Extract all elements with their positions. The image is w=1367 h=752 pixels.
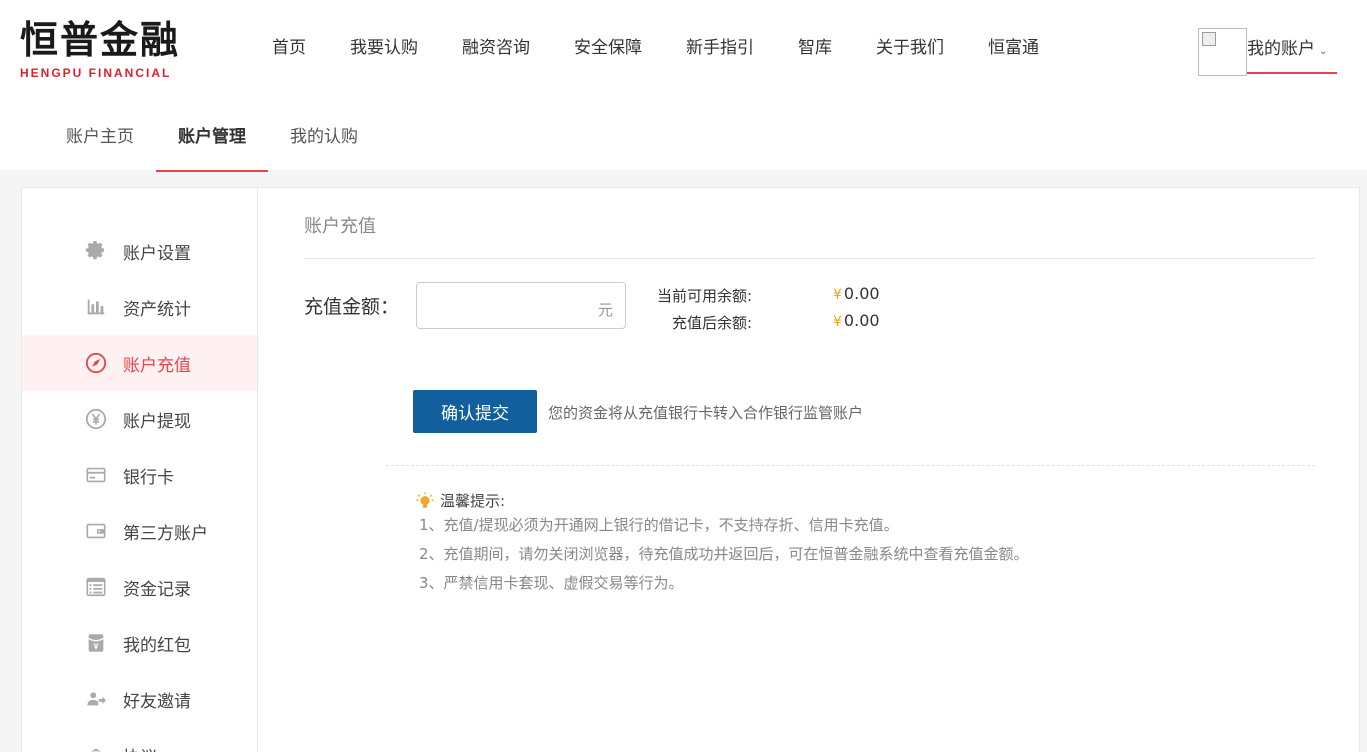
sidebar-item-withdraw[interactable]: 账户提现 (22, 391, 257, 447)
sidebar-item-label: 账户设置 (123, 243, 191, 264)
gear-icon (85, 240, 107, 262)
agreement-icon (85, 744, 107, 752)
tips-header: 温馨提示: (416, 490, 1029, 511)
sidebar-item-label: 账户提现 (123, 411, 191, 432)
sidebar-item-label: 我的红包 (123, 635, 191, 656)
tips-divider (386, 465, 1315, 466)
sidebar-item-invite[interactable]: 好友邀请 (22, 671, 257, 727)
nav-subscribe[interactable]: 我要认购 (328, 30, 440, 66)
nav-financing[interactable]: 融资咨询 (440, 30, 552, 66)
recharge-content: 账户充值 充值金额： 元 当前可用余额: ¥0.00 充值后余额: ¥0.00 … (258, 188, 1361, 752)
sidebar-item-bank-card[interactable]: 银行卡 (22, 447, 257, 503)
invite-icon (85, 688, 107, 710)
broken-image-icon (1202, 32, 1216, 46)
sidebar: 账户设置 资产统计 账户充值 账户提现 银行卡 第三方账户 资金记录 我的红包 … (22, 188, 258, 752)
bank-card-icon (85, 464, 107, 486)
logo[interactable]: 恒普金融 HENGPU FINANCIAL (20, 17, 181, 81)
nav-home[interactable]: 首页 (250, 30, 328, 66)
after-balance-value: ¥0.00 (833, 311, 880, 330)
nav-about[interactable]: 关于我们 (854, 30, 966, 66)
sidebar-item-label: 账户充值 (123, 355, 191, 376)
nav-security[interactable]: 安全保障 (552, 30, 664, 66)
sidebar-item-asset-stats[interactable]: 资产统计 (22, 279, 257, 335)
tip-line: 3、严禁信用卡套现、虚假交易等行为。 (419, 574, 684, 592)
main-nav: 首页 我要认购 融资咨询 安全保障 新手指引 智库 关于我们 恒富通 (250, 30, 1061, 66)
sidebar-item-label: 协议 (123, 743, 157, 752)
logo-en-text: HENGPU FINANCIAL (20, 66, 172, 80)
tip-line: 1、充值/提现必须为开通网上银行的借记卡，不支持存折、信用卡充值。 (419, 516, 899, 534)
chevron-down-icon: ⌄ (1319, 46, 1328, 57)
sidebar-item-label: 资金记录 (123, 579, 191, 600)
sidebar-item-settings[interactable]: 账户设置 (22, 223, 257, 279)
lightbulb-icon (416, 491, 434, 508)
amount-field[interactable]: 元 (416, 282, 626, 329)
account-label-text: 我的账户 (1247, 39, 1315, 59)
current-balance-value: ¥0.00 (833, 284, 880, 303)
sidebar-item-label: 好友邀请 (123, 691, 191, 712)
sidebar-item-label: 资产统计 (123, 299, 191, 320)
after-balance-amount: 0.00 (843, 311, 880, 330)
tips-title: 温馨提示: (440, 492, 506, 510)
current-balance-label: 当前可用余额: (656, 287, 752, 305)
yen-symbol: ¥ (833, 287, 842, 303)
sidebar-item-third-party[interactable]: 第三方账户 (22, 503, 257, 559)
confirm-submit-button[interactable]: 确认提交 (413, 390, 537, 433)
yen-circle-icon (85, 408, 107, 430)
wallet-icon (85, 520, 107, 542)
tip-line: 2、充值期间，请勿关闭浏览器，待充值成功并返回后，可在恒普金融系统中查看充值金额… (419, 545, 1029, 563)
title-divider (304, 258, 1315, 259)
sidebar-item-agreement[interactable]: 协议 (22, 727, 257, 752)
amount-unit: 元 (597, 301, 613, 319)
submit-note: 您的资金将从充值银行卡转入合作银行监管账户 (548, 404, 864, 422)
account-menu[interactable]: 我的账户 ⌄ (1198, 28, 1337, 76)
subnav-my-subscriptions[interactable]: 我的认购 (268, 104, 380, 172)
sidebar-item-label: 银行卡 (123, 467, 174, 488)
nav-think-tank[interactable]: 智库 (776, 30, 854, 66)
bar-chart-icon (85, 296, 107, 318)
page-title: 账户充值 (304, 216, 376, 237)
list-icon (85, 576, 107, 598)
site-header: 恒普金融 HENGPU FINANCIAL 首页 我要认购 融资咨询 安全保障 … (0, 0, 1367, 172)
red-packet-icon (85, 632, 107, 654)
account-menu-label[interactable]: 我的账户 ⌄ (1247, 34, 1327, 59)
sidebar-item-fund-records[interactable]: 资金记录 (22, 559, 257, 615)
amount-input[interactable] (425, 289, 585, 323)
sub-nav: 账户主页 账户管理 我的认购 (44, 104, 380, 172)
account-panel: 账户设置 资产统计 账户充值 账户提现 银行卡 第三方账户 资金记录 我的红包 … (21, 187, 1360, 752)
yen-symbol: ¥ (833, 314, 842, 330)
sidebar-item-recharge[interactable]: 账户充值 (22, 335, 257, 391)
amount-label: 充值金额： (304, 296, 400, 318)
sidebar-item-red-packet[interactable]: 我的红包 (22, 615, 257, 671)
logo-cn-text: 恒普金融 (20, 17, 181, 62)
current-balance-amount: 0.00 (843, 284, 880, 303)
subnav-account-home[interactable]: 账户主页 (44, 104, 156, 172)
after-balance-label: 充值后余额: (671, 314, 752, 332)
sidebar-item-label: 第三方账户 (123, 523, 208, 544)
compass-icon (85, 352, 107, 374)
subnav-account-manage[interactable]: 账户管理 (156, 104, 268, 172)
tips-box: 温馨提示: 1、充值/提现必须为开通网上银行的借记卡，不支持存折、信用卡充值。 … (416, 490, 1029, 598)
avatar[interactable] (1198, 28, 1247, 76)
nav-guide[interactable]: 新手指引 (664, 30, 776, 66)
nav-hengfutong[interactable]: 恒富通 (966, 30, 1061, 66)
